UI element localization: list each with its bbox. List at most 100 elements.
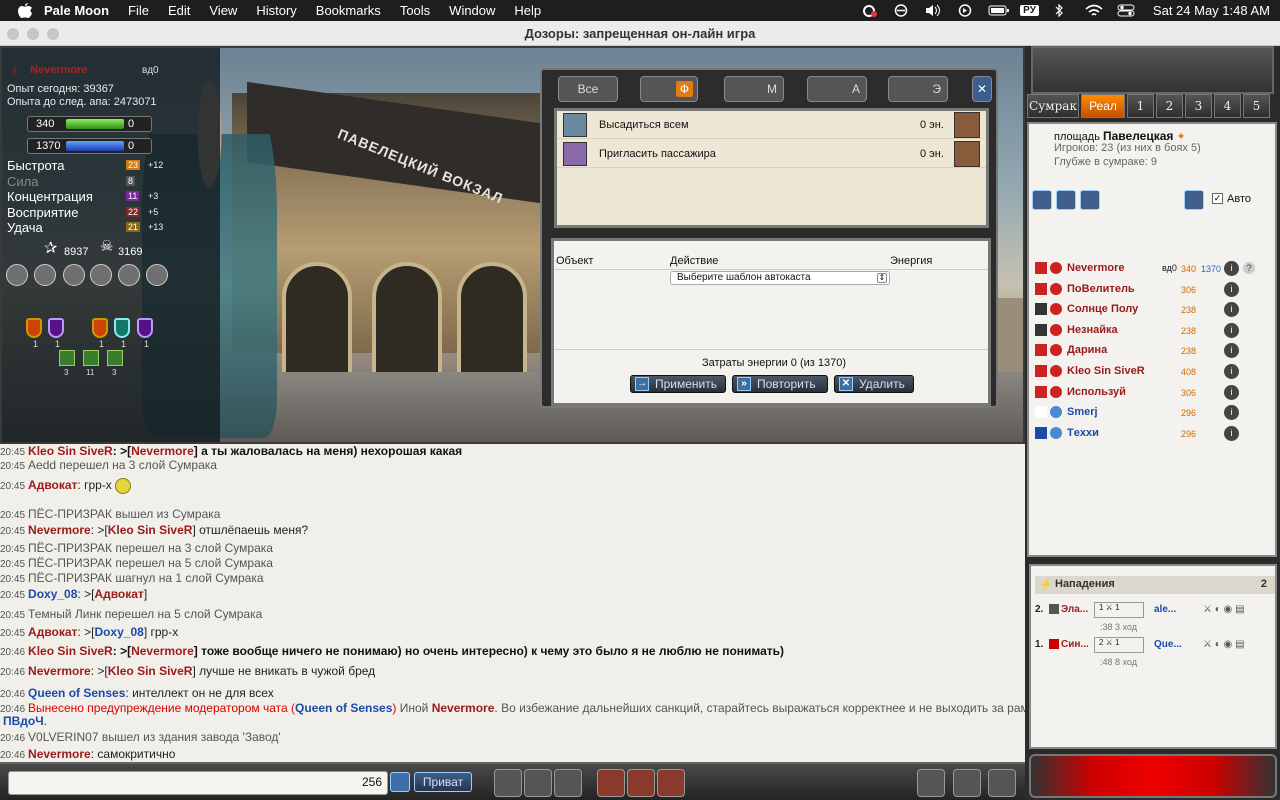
user-name[interactable]: ПоВелитель bbox=[1067, 283, 1135, 295]
chat-nick[interactable]: Nevermore bbox=[131, 444, 194, 458]
tab-layer-3[interactable]: 3 bbox=[1185, 94, 1212, 118]
moon-icon[interactable] bbox=[1056, 190, 1076, 210]
repeat-button[interactable]: » Повторить bbox=[732, 375, 828, 393]
tab-layer-2[interactable]: 2 bbox=[1156, 94, 1183, 118]
info-icon[interactable]: i bbox=[1224, 425, 1239, 441]
auto-checkbox[interactable]: ✓ bbox=[1212, 193, 1223, 204]
trophy-icon[interactable] bbox=[146, 264, 168, 286]
menu-tools[interactable]: Tools bbox=[400, 3, 430, 18]
user-row[interactable]: Kleo Sin SiveR 408 i bbox=[1029, 363, 1279, 383]
shield-icon[interactable] bbox=[114, 318, 130, 338]
chat-time[interactable]: 20:46 bbox=[0, 647, 25, 658]
place-name[interactable]: Павелецкая bbox=[1103, 129, 1173, 143]
bluetooth-icon[interactable] bbox=[1053, 3, 1071, 18]
chat-time[interactable]: 20:46 bbox=[0, 667, 25, 678]
app-menu[interactable]: Pale Moon bbox=[44, 3, 109, 18]
menu-file[interactable]: File bbox=[128, 3, 149, 18]
artifact-icon[interactable] bbox=[59, 350, 75, 366]
menu-window[interactable]: Window bbox=[449, 3, 495, 18]
menu-bookmarks[interactable]: Bookmarks bbox=[316, 3, 381, 18]
attacker-name[interactable]: Син... bbox=[1061, 639, 1089, 650]
shield-icon[interactable] bbox=[137, 318, 153, 338]
tab-layer-4[interactable]: 4 bbox=[1214, 94, 1241, 118]
user-name[interactable]: Солнце Полу bbox=[1067, 303, 1138, 315]
info-icon[interactable]: i bbox=[1224, 364, 1239, 379]
shield-icon[interactable] bbox=[48, 318, 64, 338]
shield-icon[interactable] bbox=[26, 318, 42, 338]
chat-nick[interactable]: Nevermore bbox=[28, 523, 91, 537]
user-row[interactable]: ПоВелитель 306 i bbox=[1029, 281, 1279, 301]
user-row[interactable]: Тexxи 296 i bbox=[1029, 425, 1279, 445]
chat-input[interactable] bbox=[8, 771, 388, 795]
user-row[interactable]: Используй 306 i bbox=[1029, 384, 1279, 404]
inventory-icon[interactable] bbox=[34, 264, 56, 286]
chat-nick[interactable]: Адвокат bbox=[28, 625, 77, 639]
tab-layer-1[interactable]: 1 bbox=[1127, 94, 1154, 118]
walk-icon[interactable] bbox=[597, 769, 625, 797]
artifact-icon[interactable] bbox=[83, 350, 99, 366]
tab-all[interactable]: Все bbox=[558, 76, 618, 102]
chat-time[interactable]: 20:45 bbox=[0, 526, 25, 537]
pencil-icon[interactable] bbox=[554, 769, 582, 797]
mail-icon[interactable] bbox=[657, 769, 685, 797]
clock-icon[interactable] bbox=[524, 769, 552, 797]
tab-physical[interactable]: Ф bbox=[640, 76, 698, 102]
spark-icon[interactable] bbox=[627, 769, 655, 797]
dnd-icon[interactable] bbox=[892, 4, 910, 17]
chat-nick[interactable]: Queen of Senses bbox=[295, 701, 392, 715]
chat-nick[interactable]: Nevermore bbox=[131, 644, 194, 658]
chat-time[interactable]: 20:45 bbox=[0, 559, 25, 570]
apple-icon[interactable] bbox=[18, 2, 32, 19]
zoom-window-button[interactable] bbox=[47, 28, 59, 40]
chat-time[interactable]: 20:45 bbox=[0, 628, 25, 639]
user-row[interactable]: Smerj 296 i bbox=[1029, 404, 1279, 424]
info-icon[interactable]: i bbox=[1224, 281, 1239, 297]
hand-action-button[interactable] bbox=[954, 140, 980, 167]
chat-nick[interactable]: Nevermore bbox=[432, 701, 495, 715]
info-icon[interactable]: i bbox=[1224, 405, 1239, 421]
chat-nick[interactable]: Nevermore bbox=[28, 664, 91, 678]
user-name[interactable]: Kleo Sin SiveR bbox=[1067, 365, 1145, 377]
smiley-icon[interactable] bbox=[494, 769, 522, 797]
chat-nick[interactable]: Nevermore bbox=[28, 747, 91, 761]
send-button[interactable] bbox=[390, 772, 410, 792]
artifact-icon[interactable] bbox=[107, 350, 123, 366]
defender-name[interactable]: ale... bbox=[1154, 604, 1176, 615]
chat-time[interactable]: 20:46 bbox=[0, 689, 25, 700]
tab-energy[interactable]: Э bbox=[888, 76, 948, 102]
private-button[interactable]: Приват bbox=[414, 772, 472, 792]
menu-help[interactable]: Help bbox=[514, 3, 541, 18]
attack-row[interactable]: 2. Эла... 1 ⚔ 1 ale... ⚔ ◐ ◉ ▤:38 3 ход bbox=[1035, 602, 1275, 634]
chat-time[interactable]: 20:45 bbox=[0, 510, 25, 521]
minimize-window-button[interactable] bbox=[27, 28, 39, 40]
wrench-icon[interactable] bbox=[118, 264, 140, 286]
user-name[interactable]: Тexxи bbox=[1067, 427, 1099, 439]
delete-button[interactable]: ✕ Удалить bbox=[834, 375, 914, 393]
chat-nick[interactable]: Kleo Sin SiveR bbox=[28, 444, 113, 458]
chat-nick[interactable]: Kleo Sin SiveR bbox=[108, 523, 193, 537]
hourglass-icon[interactable] bbox=[63, 264, 85, 286]
close-window-button[interactable] bbox=[7, 28, 19, 40]
volume-icon[interactable] bbox=[924, 4, 942, 17]
info-icon[interactable]: i bbox=[1224, 302, 1239, 318]
chat-time[interactable]: 20:46 bbox=[0, 733, 25, 744]
apply-button[interactable]: → Применить bbox=[630, 375, 726, 393]
chat-nick[interactable]: Queen of Senses bbox=[28, 686, 125, 700]
attacker-name[interactable]: Эла... bbox=[1061, 604, 1088, 615]
user-row[interactable]: Дарина 238 i bbox=[1029, 342, 1279, 362]
chat-nick[interactable]: Doxy_08 bbox=[28, 587, 77, 601]
info-icon[interactable]: i bbox=[1224, 261, 1239, 276]
chat-time[interactable]: 20:45 bbox=[0, 590, 25, 601]
chat-time[interactable]: 20:45 bbox=[0, 447, 25, 458]
hand-action-button[interactable] bbox=[954, 111, 980, 138]
chat-nick[interactable]: Адвокат bbox=[94, 587, 143, 601]
player-name[interactable]: Nevermore bbox=[30, 64, 87, 76]
chat-nick[interactable]: Адвокат bbox=[28, 478, 77, 492]
user-row[interactable]: Солнце Полу 238 i bbox=[1029, 301, 1279, 321]
chat-nick[interactable]: ПВдоЧ bbox=[3, 714, 44, 728]
info-icon[interactable]: i bbox=[1224, 322, 1239, 338]
attack-actions-icon[interactable]: ⚔ ◐ ◉ ▤ bbox=[1203, 639, 1245, 650]
magic-icon[interactable] bbox=[917, 769, 945, 797]
user-row[interactable]: Nevermore вд0 340 1370 i? bbox=[1029, 260, 1279, 280]
clock[interactable]: Sat 24 May 1:48 AM bbox=[1153, 3, 1270, 18]
